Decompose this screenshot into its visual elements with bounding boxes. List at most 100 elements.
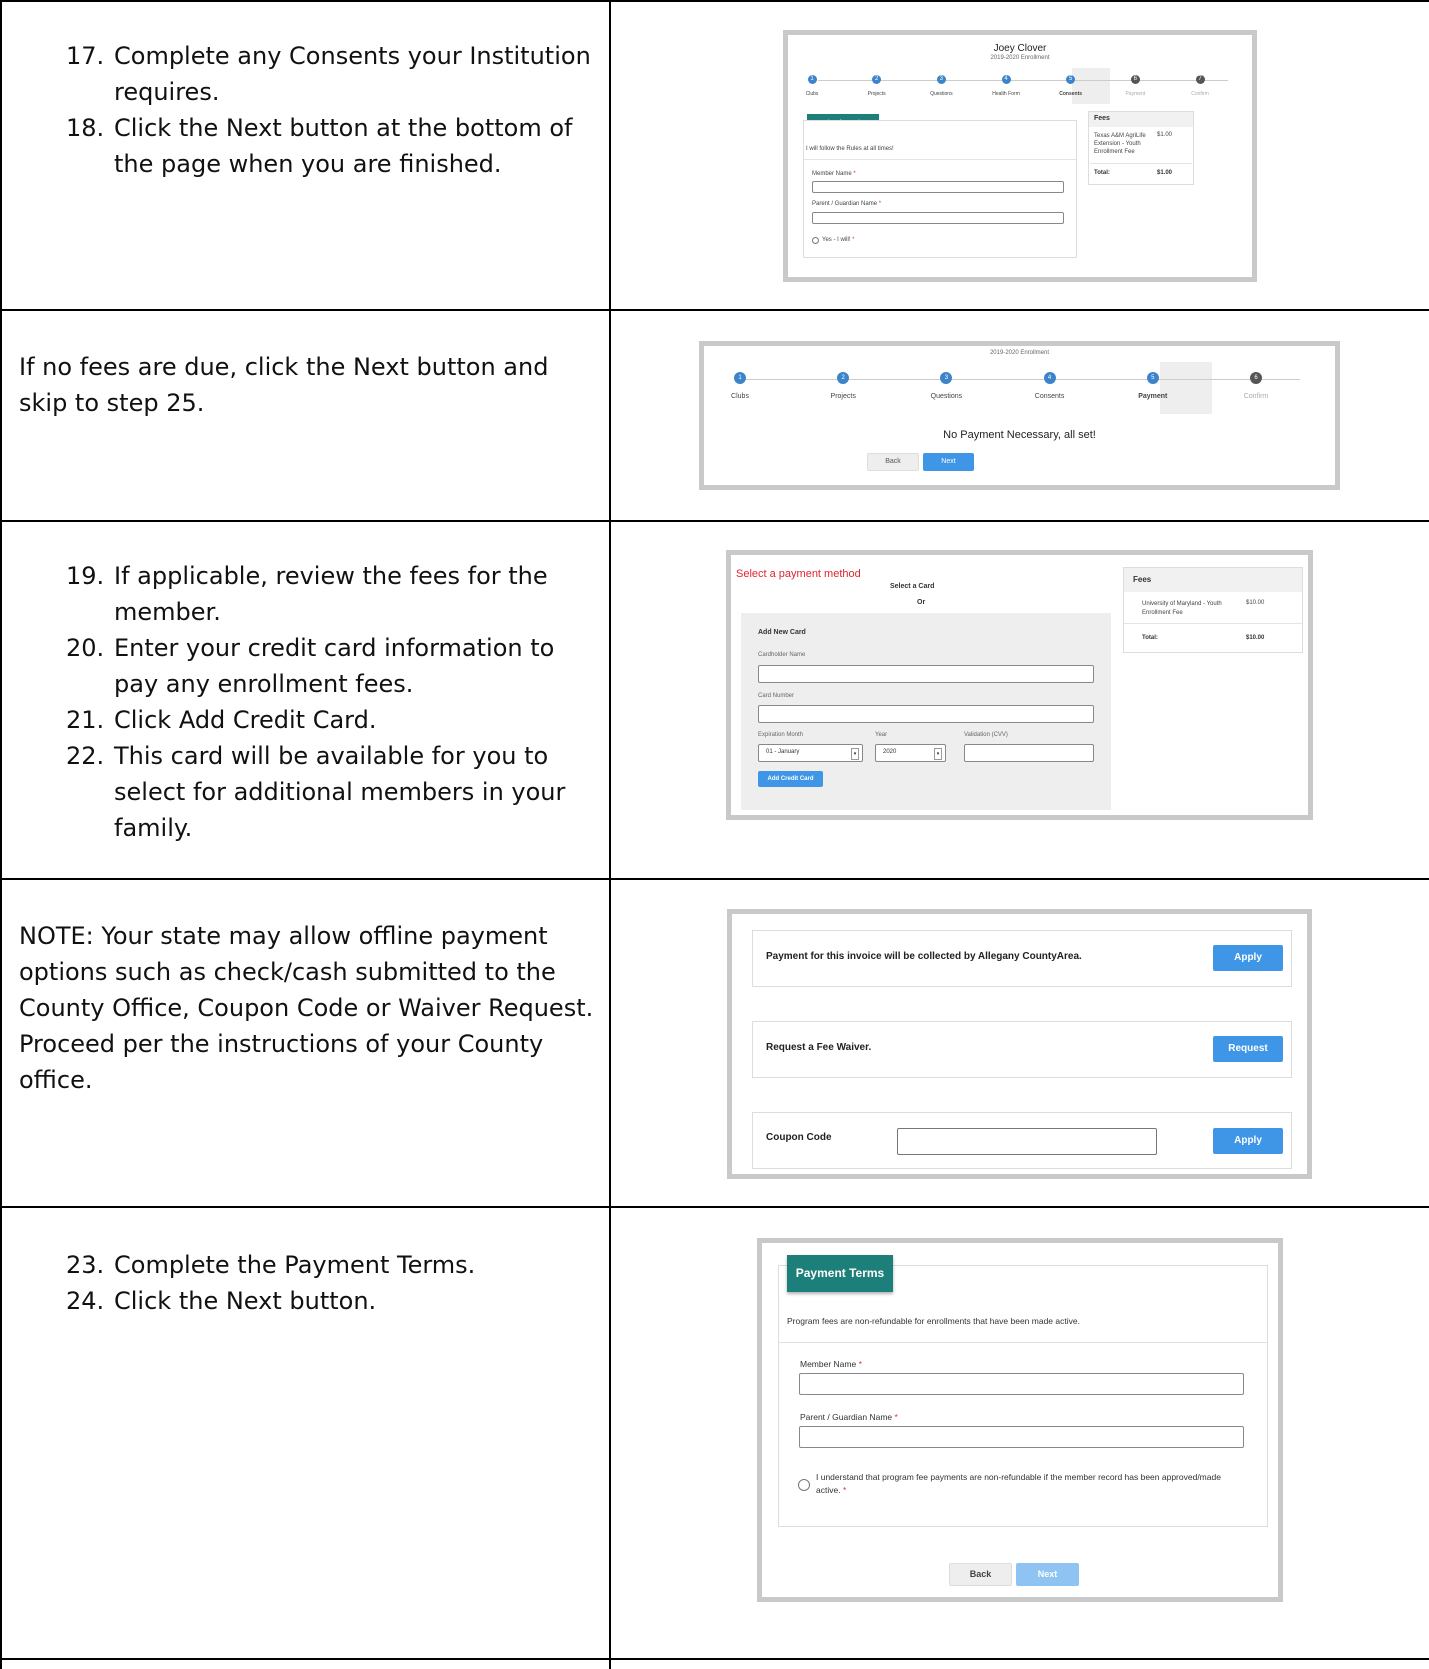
wizard-step-dot[interactable]: 3 <box>940 372 953 384</box>
fees-title: Fees <box>1133 575 1152 584</box>
label-text: Parent / Guardian Name <box>812 201 878 207</box>
list-item: 21. Click Add Credit Card. <box>66 702 596 738</box>
next-button[interactable]: Next <box>1016 1563 1079 1586</box>
back-button[interactable]: Back <box>949 1563 1012 1586</box>
parent-name-label: Parent / Guardian Name * <box>800 1412 898 1422</box>
step-list: 23. Complete the Payment Terms. 24. Click … <box>66 1247 596 1319</box>
row-border <box>0 878 1429 880</box>
selected-year: 2020 <box>883 749 897 755</box>
step-text: Enter your credit card information to pa… <box>114 634 555 698</box>
wizard-step-label: Payment <box>1138 393 1168 400</box>
wizard-step-dot[interactable]: 4 <box>1043 372 1056 384</box>
wizard-step-dot[interactable]: 5 <box>1146 372 1159 384</box>
step-number: 21. <box>66 706 105 734</box>
cardholder-input[interactable] <box>758 665 1094 683</box>
wizard-step-dot[interactable]: 2 <box>837 372 850 384</box>
coupon-code-label: Coupon Code <box>766 1132 832 1143</box>
step-text: If applicable, review the fees for the m… <box>114 562 548 626</box>
total-amount: $10.00 <box>1246 635 1265 641</box>
year-select[interactable]: 2020 ▾ <box>875 744 946 762</box>
coupon-code-input[interactable] <box>897 1128 1157 1155</box>
table-left-border <box>0 0 2 1669</box>
divider <box>1124 623 1302 624</box>
step-text: Complete the Payment Terms. <box>114 1251 476 1279</box>
divider <box>1090 163 1192 164</box>
wizard-step-dot[interactable]: 6 <box>1130 75 1140 84</box>
step-text: Click the Next button. <box>114 1287 377 1315</box>
cvv-input[interactable] <box>964 744 1094 762</box>
wizard-track <box>744 379 1300 380</box>
consent-text: I will follow the Rules at all times! <box>806 146 894 152</box>
cardholder-label: Cardholder Name <box>758 652 806 658</box>
label-text: Member Name <box>800 1359 857 1369</box>
wizard-step-dot[interactable]: 1 <box>807 75 817 84</box>
total-label: Total: <box>1142 635 1158 641</box>
wizard-step-dot[interactable]: 7 <box>1195 75 1205 84</box>
select-arrow-icon: ▾ <box>934 748 942 760</box>
wizard-step-label: Questions <box>930 393 963 400</box>
payment-terms-screenshot: Payment Terms Program fees are non-refun… <box>757 1238 1283 1602</box>
radio-label: Yes - I will! * <box>822 237 854 243</box>
member-name-heading: Joey Clover <box>993 43 1047 54</box>
exp-month-select[interactable]: 01 - January ▾ <box>758 744 863 762</box>
required-mark: * <box>842 1485 847 1495</box>
wizard-step-label: Confirm <box>1191 91 1209 97</box>
card-number-label: Card Number <box>758 693 795 699</box>
wizard-step-dot[interactable]: 1 <box>734 372 746 384</box>
wizard-step-dot[interactable]: 2 <box>872 75 882 84</box>
wizard-step-dot[interactable]: 6 <box>1250 372 1262 384</box>
exp-month-label: Expiration Month <box>758 732 804 738</box>
required-mark: * <box>894 1412 898 1422</box>
add-new-card-heading: Add New Card <box>758 629 806 636</box>
label-text: Parent / Guardian Name <box>800 1412 893 1422</box>
label-text: Yes - I will! <box>822 237 851 243</box>
parent-name-input[interactable] <box>799 1426 1244 1448</box>
wizard-step-dot[interactable]: 4 <box>1001 75 1011 84</box>
apply-offline-button[interactable]: Apply <box>1213 945 1283 971</box>
required-mark: * <box>852 237 855 243</box>
payment-method-title: Select a payment method <box>736 568 861 580</box>
step-number: 22. <box>66 742 105 770</box>
parent-name-input[interactable] <box>812 212 1064 224</box>
next-button[interactable]: Next <box>923 453 974 471</box>
consents-screenshot: Joey Clover 2019-2020 Enrollment 1 Clubs 2… <box>783 30 1257 282</box>
terms-radio[interactable] <box>798 1479 810 1491</box>
or-label: Or <box>917 599 926 606</box>
year-label: Year <box>875 732 888 738</box>
step-number: 19. <box>66 562 105 590</box>
step-list: 17. Complete any Consents your Institutio… <box>66 38 596 182</box>
list-item: 20. Enter your credit card information to… <box>66 630 596 702</box>
member-name-label: Member Name * <box>800 1359 862 1369</box>
radio-label: I understand that program fee payments a… <box>816 1471 1226 1497</box>
total-label: Total: <box>1094 170 1110 176</box>
no-payment-message: No Payment Necessary, all set! <box>943 429 1096 441</box>
tab-payment-terms[interactable]: Payment Terms <box>787 1255 893 1292</box>
step-number: 24. <box>66 1287 105 1315</box>
step-text: Click the Next button at the bottom of t… <box>114 114 573 178</box>
active-step-highlight <box>1160 362 1212 414</box>
wizard-step-label: Projects <box>830 393 856 400</box>
step-text: Complete any Consents your Institution r… <box>114 42 591 106</box>
member-name-input[interactable] <box>799 1373 1244 1395</box>
step-text: Click Add Credit Card. <box>114 706 377 734</box>
payment-method-screenshot: Select a payment method Select a Card Or… <box>726 550 1313 820</box>
required-mark: * <box>878 201 882 207</box>
back-button[interactable]: Back <box>867 453 919 471</box>
request-waiver-button[interactable]: Request <box>1213 1036 1283 1062</box>
row-border <box>0 0 1429 2</box>
required-mark: * <box>853 171 856 177</box>
wizard-step-dot[interactable]: 3 <box>936 75 946 84</box>
member-name-input[interactable] <box>812 181 1064 193</box>
active-step-highlight <box>1072 68 1110 104</box>
step-text: This card will be available for you to s… <box>114 742 566 842</box>
card-number-input[interactable] <box>758 705 1094 723</box>
total-amount: $1.00 <box>1157 170 1173 176</box>
parent-name-label: Parent / Guardian Name * <box>812 201 881 207</box>
enrollment-subtitle: 2019-2020 Enrollment <box>989 350 1050 356</box>
consent-radio[interactable] <box>812 237 819 244</box>
column-divider <box>609 0 611 1669</box>
add-credit-card-button[interactable]: Add Credit Card <box>758 771 823 787</box>
no-payment-screenshot: 2019-2020 Enrollment 1 Clubs 2 Projects 3 Que… <box>699 341 1340 490</box>
apply-coupon-button[interactable]: Apply <box>1213 1128 1283 1154</box>
offline-payment-note: NOTE: Your state may allow offline payme… <box>19 922 594 1094</box>
